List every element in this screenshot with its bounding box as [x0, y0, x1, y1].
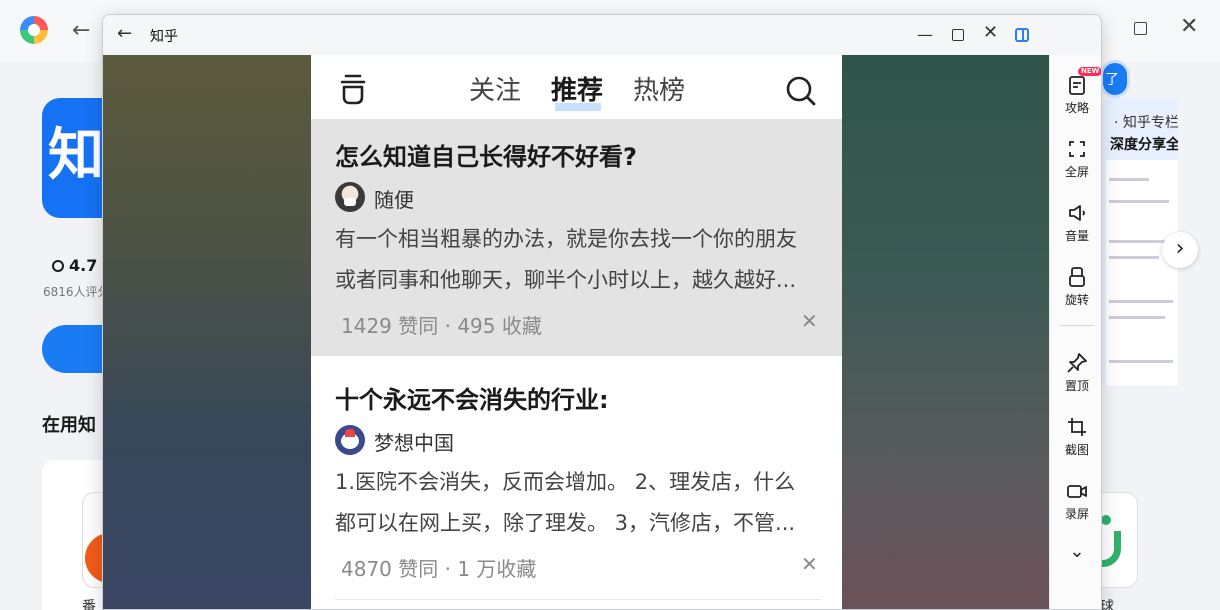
screenshot-headline: 深度分享全: [1110, 137, 1178, 153]
feed-stats: 1429 赞同 · 495 收藏: [341, 314, 542, 338]
guide-icon: NEW: [1065, 67, 1101, 97]
maximize-icon[interactable]: [1134, 22, 1147, 35]
back-arrow-icon[interactable]: ←: [72, 18, 90, 43]
app-stage: 关注 推荐 热榜 怎么知道自己长得好不好看? 随便 有一个相当粗暴的办法，就是你…: [103, 55, 1049, 609]
feed-author[interactable]: 随便: [374, 184, 414, 213]
toolbar-record[interactable]: 录屏: [1050, 479, 1101, 522]
screenshot-caption: · 知乎专栏: [1114, 115, 1178, 131]
window-title: 知乎: [150, 29, 178, 45]
stage-backdrop-right: [842, 55, 1049, 609]
fullscreen-icon: [1065, 137, 1089, 161]
zhihu-header: 关注 推荐 热榜: [311, 55, 842, 119]
zhihu-window: ← 知乎 — ✕ 关注 推荐 热榜 怎么知道自己长得好不好看? 随便 有一个相当…: [102, 14, 1102, 610]
volume-icon: [1065, 201, 1089, 225]
feed-item[interactable]: 十个永远不会消失的行业: 梦想中国 1.医院不会消失，反而会增加。 2、理发店，…: [311, 356, 842, 609]
rating-count: 6816人评分: [43, 285, 110, 299]
toolbar-rotate[interactable]: 旋转: [1050, 265, 1101, 308]
back-arrow-icon[interactable]: ←: [117, 23, 132, 44]
feed-title[interactable]: 怎么知道自己长得好不好看?: [335, 137, 637, 172]
feed-title[interactable]: 十个永远不会消失的行业:: [335, 380, 609, 415]
avatar[interactable]: [335, 425, 365, 455]
sidebar-toggle-icon[interactable]: [1015, 28, 1029, 42]
toolbar-separator: [1060, 325, 1094, 326]
tab-follow[interactable]: 关注: [469, 73, 521, 109]
phone-screen: 关注 推荐 热榜 怎么知道自己长得好不好看? 随便 有一个相当粗暴的办法，就是你…: [311, 55, 842, 609]
close-icon[interactable]: ✕: [1180, 14, 1198, 39]
rating-icon: [52, 260, 64, 272]
app-rating: 4.7: [52, 256, 97, 275]
screenshot-preview: [1106, 160, 1178, 386]
dismiss-icon[interactable]: ✕: [801, 552, 818, 576]
title-bar: ← 知乎 — ✕: [103, 15, 1101, 55]
tab-hot[interactable]: 热榜: [633, 73, 685, 109]
app-store-logo-icon: [20, 16, 48, 44]
toolbar-volume[interactable]: 音量: [1050, 201, 1101, 244]
related-app-name: 番: [82, 599, 96, 610]
right-toolbar: NEW 攻略 全屏 音量 旋转 置顶 截图 录屏 ⌄: [1049, 55, 1101, 609]
maximize-icon[interactable]: [952, 29, 964, 41]
search-icon[interactable]: [785, 75, 817, 107]
feed-author[interactable]: 梦想中国: [374, 427, 454, 456]
dismiss-icon[interactable]: ✕: [801, 309, 818, 333]
close-icon[interactable]: ✕: [983, 22, 998, 43]
feed-stats: 4870 赞同 · 1 万收藏: [341, 557, 537, 581]
related-app-name-right: 球: [1100, 599, 1114, 610]
toolbar-pin[interactable]: 置顶: [1050, 351, 1101, 394]
crop-icon: [1065, 415, 1089, 439]
chevron-down-icon[interactable]: ⌄: [1050, 541, 1101, 562]
toolbar-screenshot[interactable]: 截图: [1050, 415, 1101, 458]
record-icon: [1065, 479, 1089, 503]
section-title: 在用知: [42, 415, 96, 436]
cup-icon[interactable]: [339, 73, 367, 105]
feed-excerpt[interactable]: 有一个相当粗暴的办法，就是你去找一个你的朋友 或者同事和他聊天，聊半个小时以上，…: [335, 219, 821, 301]
toolbar-guide[interactable]: NEW 攻略: [1050, 67, 1101, 116]
pin-icon: [1065, 351, 1089, 375]
feed-divider: [335, 599, 821, 600]
toolbar-fullscreen[interactable]: 全屏: [1050, 137, 1101, 180]
avatar[interactable]: [335, 182, 365, 212]
minimize-icon[interactable]: —: [917, 25, 933, 44]
next-screenshot-button[interactable]: ›: [1162, 232, 1198, 268]
feed-item[interactable]: 怎么知道自己长得好不好看? 随便 有一个相当粗暴的办法，就是你去找一个你的朋友 …: [311, 119, 842, 356]
pill-button[interactable]: 了: [1100, 60, 1130, 98]
tab-recommend[interactable]: 推荐: [551, 73, 603, 109]
feed-excerpt[interactable]: 1.医院不会消失，反而会增加。 2、理发店，什么 都可以在网上买，除了理发。 3…: [335, 462, 821, 544]
new-badge: NEW: [1078, 67, 1101, 76]
related-app-icon-right[interactable]: [1098, 492, 1138, 588]
rotate-icon: [1065, 265, 1089, 289]
